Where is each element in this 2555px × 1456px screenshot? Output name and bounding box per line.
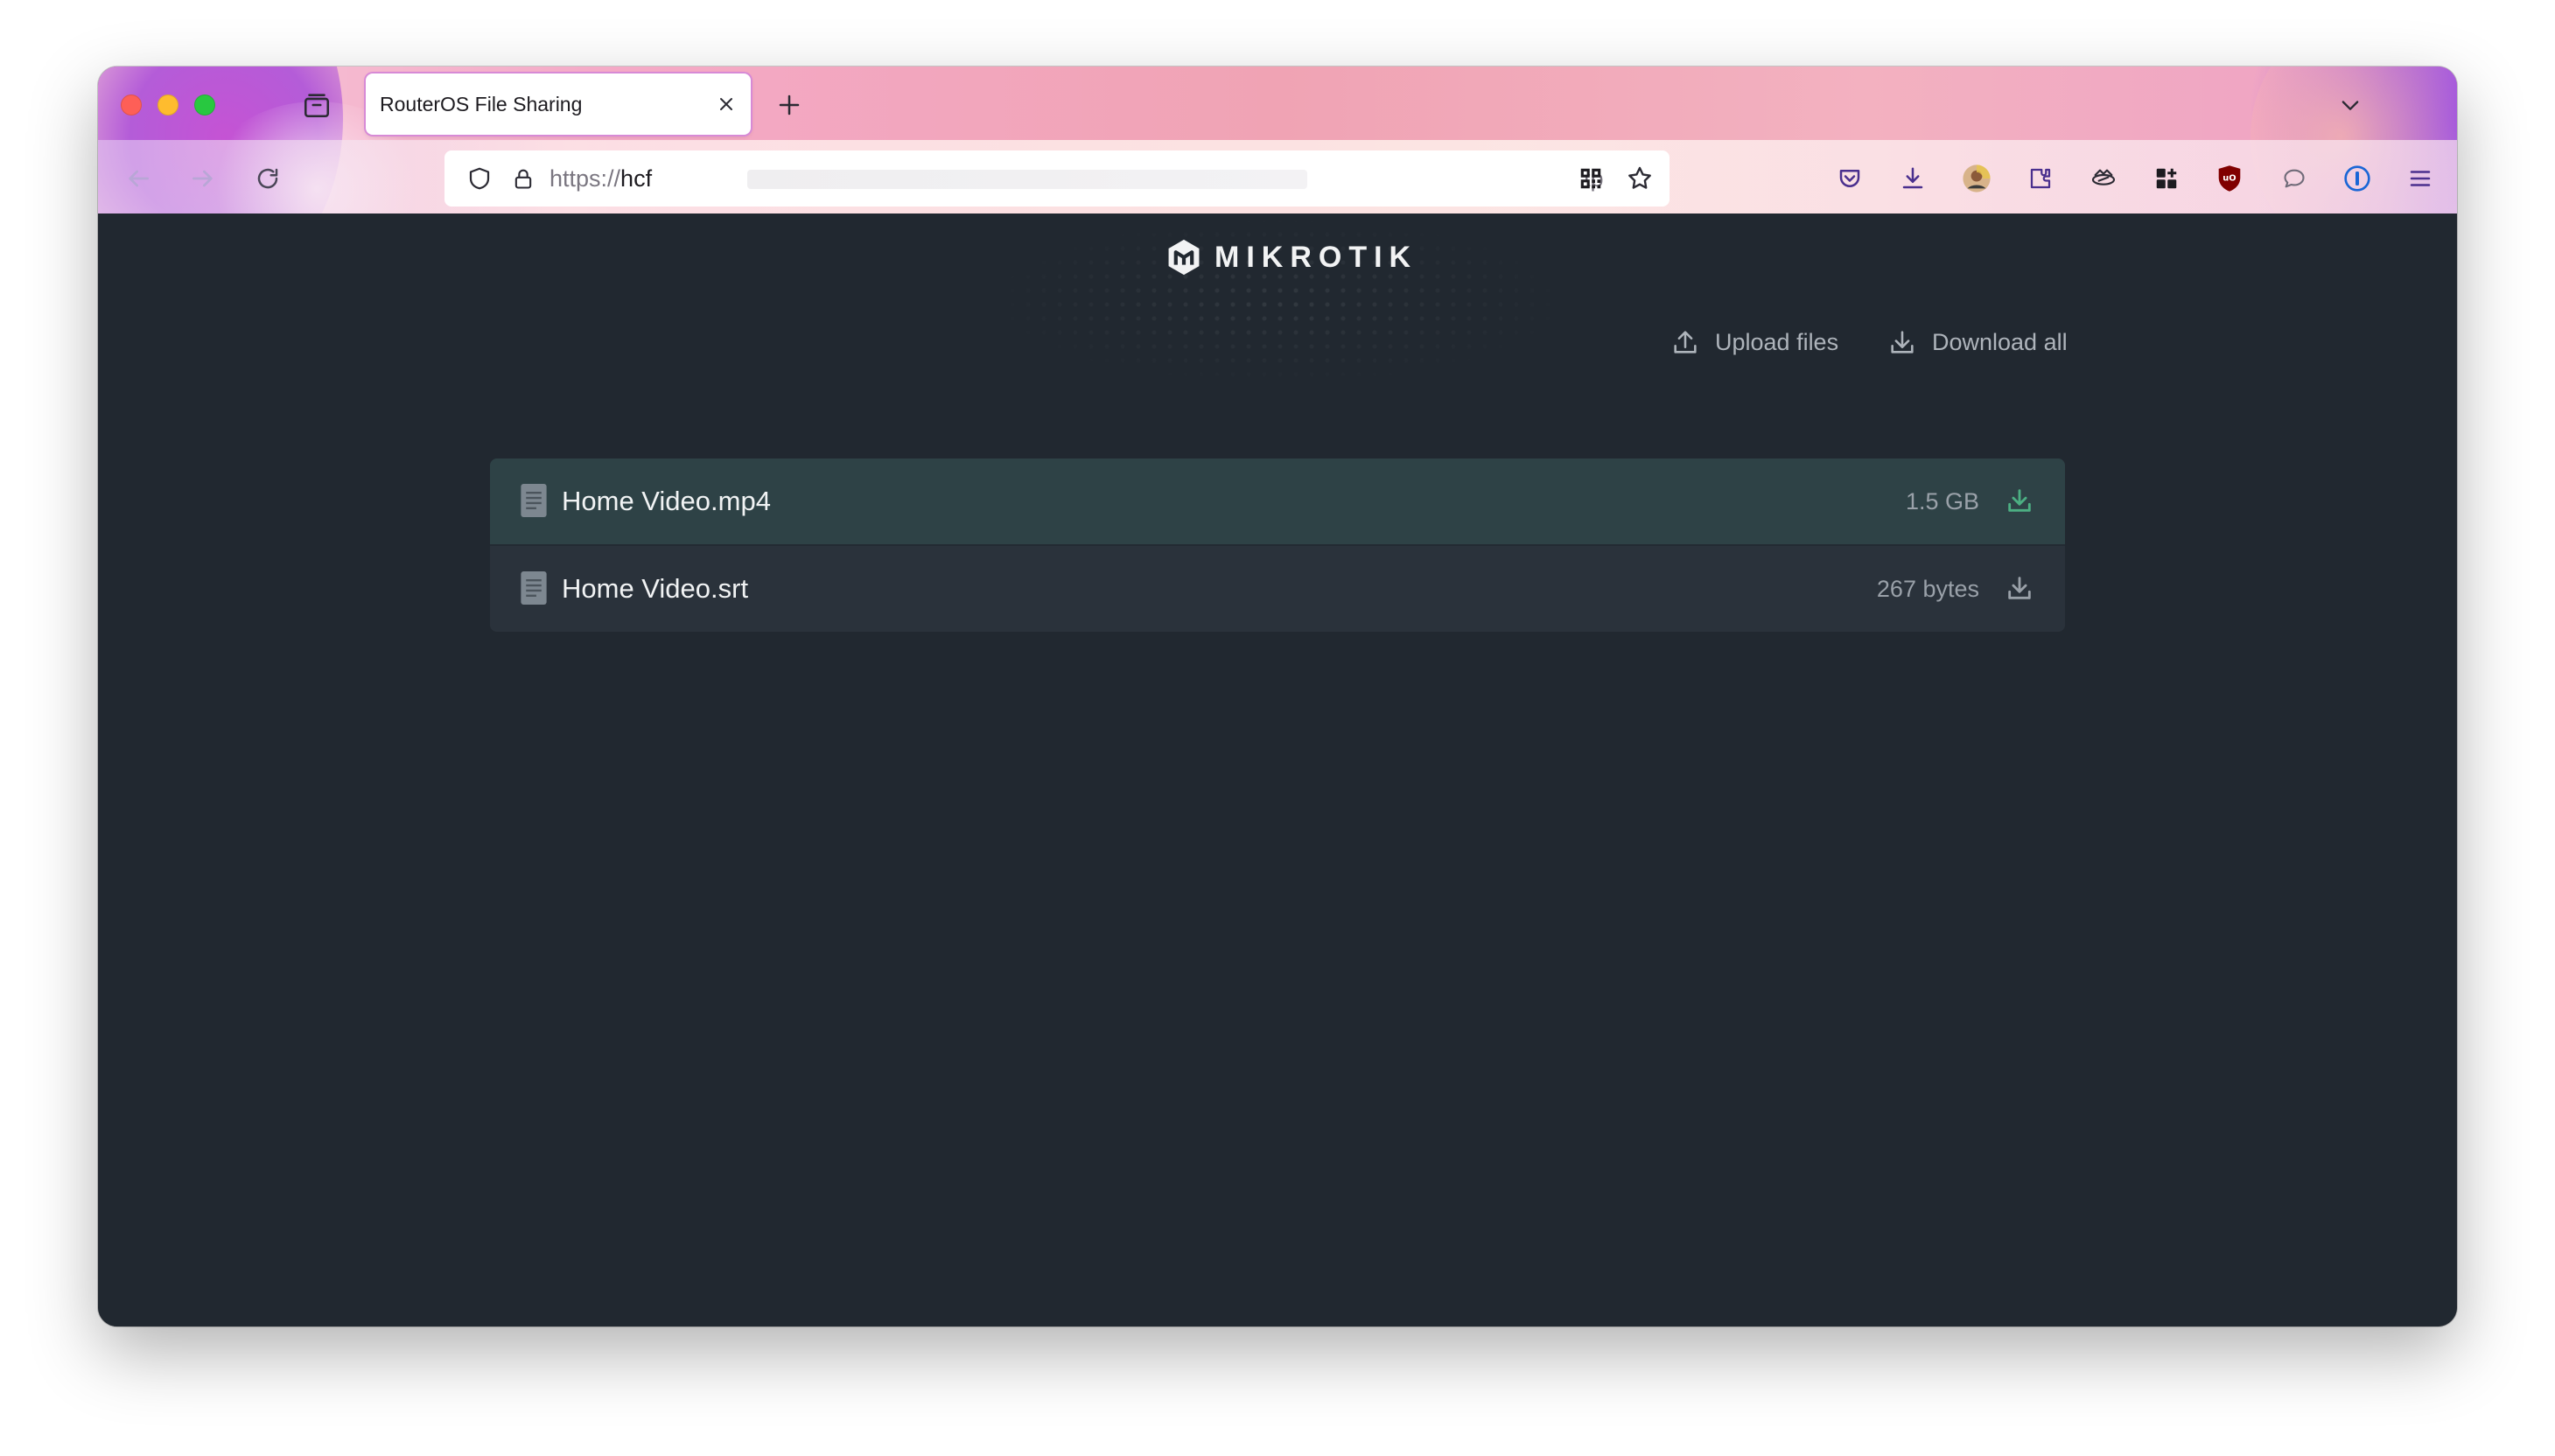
download-all-label: Download all <box>1932 328 2068 355</box>
reload-icon[interactable] <box>250 161 285 196</box>
url-host: hcf <box>620 165 653 192</box>
download-all-button[interactable]: Download all <box>1886 320 2068 364</box>
tab-overview-icon[interactable] <box>299 88 334 122</box>
file-name[interactable]: Home Video.mp4 <box>562 458 771 544</box>
file-row[interactable]: Home Video.srt 267 bytes <box>490 546 2065 632</box>
close-tab-icon[interactable] <box>710 88 742 120</box>
account-avatar-icon[interactable] <box>1959 161 1994 196</box>
downloads-icon[interactable] <box>1895 161 1930 196</box>
password-manager-icon[interactable] <box>2340 161 2375 196</box>
file-list: Home Video.mp4 1.5 GB Home Video.srt 267… <box>490 458 2065 632</box>
download-icon[interactable] <box>2002 483 2037 518</box>
pocket-icon[interactable] <box>1832 161 1867 196</box>
upload-icon <box>1670 326 1701 358</box>
browser-window: RouterOS File Sharing https://hcf tp uO … <box>98 66 2457 1326</box>
tab-routeros-file-sharing[interactable]: RouterOS File Sharing <box>366 74 751 135</box>
close-window-button[interactable] <box>121 94 142 116</box>
ublock-icon[interactable]: uO <box>2212 161 2247 196</box>
file-size: 1.5 GB <box>1905 488 1979 514</box>
file-icon <box>518 481 550 520</box>
file-name[interactable]: Home Video.srt <box>562 546 748 632</box>
minimize-window-button[interactable] <box>158 94 178 116</box>
file-icon <box>518 569 550 607</box>
page-content: MIKROTIK Upload files Download all Home … <box>98 214 2457 1326</box>
qr-code-icon[interactable] <box>1573 161 1608 196</box>
mikrotik-logo-icon <box>1164 237 1204 277</box>
chat-icon[interactable] <box>2277 161 2312 196</box>
back-icon[interactable] <box>121 161 156 196</box>
lock-icon[interactable] <box>506 161 541 196</box>
url-scheme: https:// <box>550 165 621 192</box>
tracking-shield-icon[interactable] <box>462 161 497 196</box>
forward-icon[interactable] <box>186 161 220 196</box>
apps-grid-icon[interactable] <box>2149 161 2184 196</box>
url-text: https://hcf <box>550 150 652 206</box>
list-tabs-icon[interactable] <box>2333 88 2368 122</box>
url-redaction <box>747 170 1307 189</box>
logo-text: MIKROTIK <box>1214 240 1418 274</box>
extensions-icon[interactable] <box>2023 161 2058 196</box>
browser-chrome: RouterOS File Sharing https://hcf tp uO <box>98 66 2457 214</box>
tab-title: RouterOS File Sharing <box>380 93 583 116</box>
file-size: 267 bytes <box>1876 576 1979 602</box>
download-icon[interactable] <box>2002 570 2037 606</box>
upload-files-label: Upload files <box>1715 328 1839 355</box>
new-tab-icon[interactable] <box>772 88 807 122</box>
file-row[interactable]: Home Video.mp4 1.5 GB <box>490 458 2065 544</box>
mikrotik-logo[interactable]: MIKROTIK <box>1164 234 1418 280</box>
svg-text:uO: uO <box>2222 173 2236 183</box>
bookmark-star-icon[interactable] <box>1622 161 1657 196</box>
download-icon <box>1886 326 1918 358</box>
upload-files-button[interactable]: Upload files <box>1670 320 1838 364</box>
zoom-window-button[interactable] <box>194 94 215 116</box>
extension-icon[interactable] <box>2086 161 2121 196</box>
menu-icon[interactable] <box>2403 161 2438 196</box>
address-bar[interactable]: https://hcf tp <box>444 150 1670 206</box>
